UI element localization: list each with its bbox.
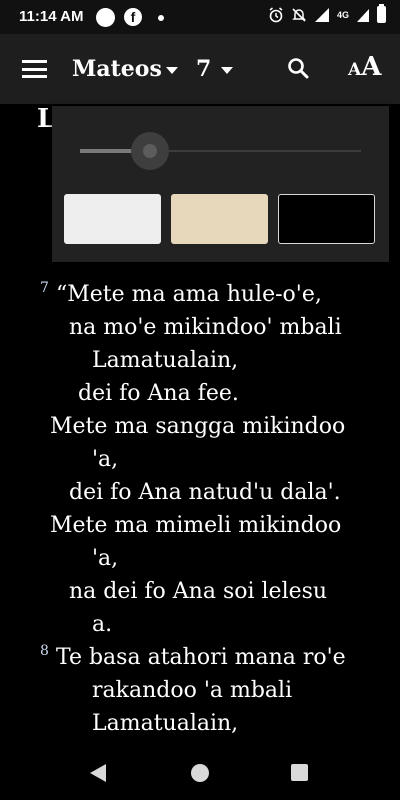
back-icon[interactable] <box>90 764 106 782</box>
theme-light-button[interactable] <box>64 194 161 244</box>
verse-line: a. <box>92 612 113 637</box>
alarm-icon <box>269 6 283 22</box>
verse-line: Lamatualain, <box>92 348 239 373</box>
verse-line: dei fo Ana fee. <box>78 381 239 406</box>
dot-icon <box>158 15 164 21</box>
verse-line: na dei fo Ana soi lelesu <box>69 579 328 604</box>
recents-icon[interactable] <box>291 764 308 781</box>
search-icon[interactable] <box>287 57 309 79</box>
network-type: 4G <box>336 9 349 20</box>
verse-line: rakandoo 'a mbali <box>92 678 293 703</box>
signal-icon <box>357 8 369 22</box>
verse-line: 'a, <box>92 546 119 571</box>
text-size-icon[interactable]: AA <box>348 52 381 82</box>
signal-icon <box>314 7 329 22</box>
battery-icon <box>377 4 386 23</box>
status-icons: 4G <box>268 4 386 23</box>
book-selector[interactable]: Mateos <box>72 56 162 82</box>
verse-line: Te basa atahori mana ro'e <box>56 645 346 670</box>
home-icon[interactable] <box>191 764 209 782</box>
theme-sepia-button[interactable] <box>171 194 268 244</box>
verse-number: 8 <box>40 643 49 659</box>
mute-icon <box>292 7 306 22</box>
chapter-selector[interactable]: 7 <box>196 56 211 82</box>
menu-icon[interactable] <box>22 60 47 78</box>
status-circle-icon <box>96 8 115 27</box>
verse-line: Mete ma sangga mikindoo <box>50 414 346 439</box>
verse-line: “Mete ma ama hule-o'e, <box>56 282 322 307</box>
theme-dark-button[interactable] <box>278 194 375 244</box>
verse-line: Mete ma mimeli mikindoo <box>50 513 342 538</box>
chevron-down-icon[interactable] <box>166 67 178 74</box>
verse-line: 'a, <box>92 447 119 472</box>
app-bar: Mateos 7 AA <box>0 34 400 104</box>
facebook-icon: f <box>124 8 142 26</box>
system-nav-bar <box>0 748 400 800</box>
status-time: 11:14 AM <box>19 8 84 25</box>
verse-number: 7 <box>40 280 49 296</box>
verse-line: dei fo Ana natud'u dala'. <box>69 480 341 505</box>
display-settings-panel <box>52 106 389 262</box>
verse-line: na mo'e mikindoo' mbali <box>69 315 342 340</box>
status-bar: 11:14 AM f 4G <box>0 0 400 34</box>
verse-line: Lamatualain, <box>92 711 239 736</box>
chevron-down-icon[interactable] <box>221 67 233 74</box>
